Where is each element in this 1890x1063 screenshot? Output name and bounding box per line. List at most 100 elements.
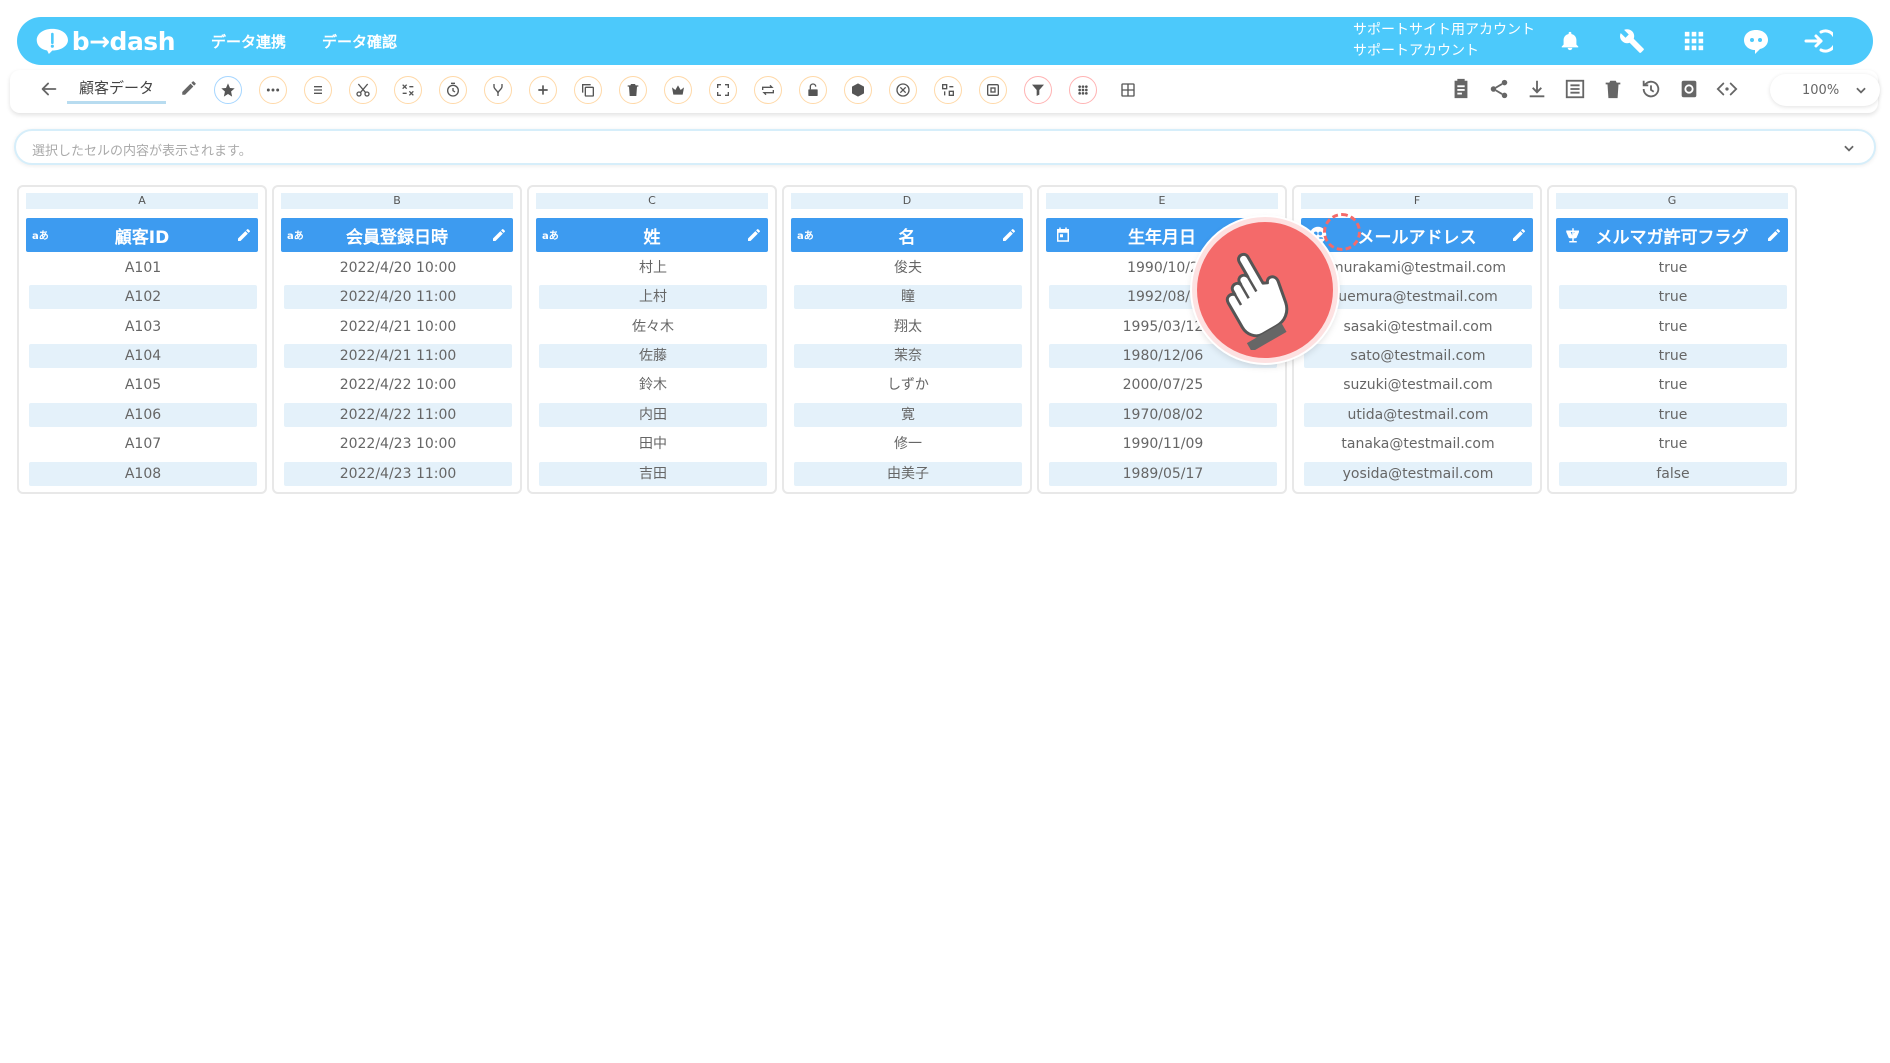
grid-dots-icon[interactable] <box>1069 76 1097 104</box>
list-view-icon[interactable] <box>1563 77 1587 101</box>
table-cell[interactable]: 由美子 <box>794 462 1022 486</box>
table-cell[interactable]: 佐々木 <box>539 315 767 339</box>
table-cell[interactable]: true <box>1559 403 1787 427</box>
table-cell[interactable]: 鈴木 <box>539 373 767 397</box>
package-icon[interactable] <box>844 76 872 104</box>
expand-icon[interactable] <box>709 76 737 104</box>
download-icon[interactable] <box>1525 77 1549 101</box>
table-cell[interactable]: 1989/05/17 <box>1049 462 1277 486</box>
table-cell[interactable]: sato@testmail.com <box>1304 344 1532 368</box>
column-letter[interactable]: F <box>1301 193 1533 209</box>
column-letter[interactable]: A <box>26 193 258 209</box>
refresh-icon[interactable] <box>1677 77 1701 101</box>
table-cell[interactable]: 2022/4/21 11:00 <box>284 344 512 368</box>
table-cell[interactable]: true <box>1559 315 1787 339</box>
table-cell[interactable]: A102 <box>29 285 257 309</box>
table-cell[interactable]: 村上 <box>539 256 767 280</box>
table-cell[interactable]: A104 <box>29 344 257 368</box>
table-cell[interactable]: A103 <box>29 315 257 339</box>
share-icon[interactable] <box>1487 77 1511 101</box>
table-cell[interactable]: true <box>1559 373 1787 397</box>
table-icon[interactable] <box>1114 76 1142 104</box>
table-cell[interactable]: yosida@testmail.com <box>1304 462 1532 486</box>
table-cell[interactable]: 瞳 <box>794 285 1022 309</box>
nav-data-integration[interactable]: データ連携 <box>211 31 286 52</box>
frame-icon[interactable] <box>979 76 1007 104</box>
add-icon[interactable] <box>529 76 557 104</box>
cut-icon[interactable] <box>349 76 377 104</box>
account-info[interactable]: サポートサイト用アカウント サポートアカウント <box>1353 20 1535 62</box>
table-cell[interactable]: 1990/11/09 <box>1049 432 1277 456</box>
table-cell[interactable]: true <box>1559 432 1787 456</box>
zoom-select[interactable]: 100% <box>1770 74 1880 106</box>
column-header[interactable]: aあ 姓 <box>536 218 768 252</box>
table-cell[interactable]: A101 <box>29 256 257 280</box>
table-cell[interactable]: 2022/4/20 10:00 <box>284 256 512 280</box>
more-icon[interactable] <box>259 76 287 104</box>
table-cell[interactable]: A105 <box>29 373 257 397</box>
assistant-icon[interactable] <box>1739 24 1773 58</box>
trash-icon[interactable] <box>1601 77 1625 101</box>
table-cell[interactable]: 1970/08/02 <box>1049 403 1277 427</box>
column-letter[interactable]: E <box>1046 193 1278 209</box>
apps-grid-icon[interactable] <box>1677 24 1711 58</box>
logout-icon[interactable] <box>1801 24 1835 58</box>
column-header[interactable]: aあ 会員登録日時 <box>281 218 513 252</box>
column-letter[interactable]: C <box>536 193 768 209</box>
table-cell[interactable]: true <box>1559 285 1787 309</box>
copy-icon[interactable] <box>574 76 602 104</box>
remove-duplicates-icon[interactable] <box>394 76 422 104</box>
table-cell[interactable]: 2022/4/23 11:00 <box>284 462 512 486</box>
bell-icon[interactable] <box>1553 24 1587 58</box>
table-cell[interactable]: 2022/4/23 10:00 <box>284 432 512 456</box>
edit-column-pencil-icon[interactable] <box>491 227 507 243</box>
table-cell[interactable]: tanaka@testmail.com <box>1304 432 1532 456</box>
column-letter[interactable]: G <box>1556 193 1788 209</box>
edit-column-pencil-icon[interactable] <box>1001 227 1017 243</box>
column-letter[interactable]: D <box>791 193 1023 209</box>
unlock-icon[interactable] <box>799 76 827 104</box>
timer-icon[interactable] <box>439 76 467 104</box>
edit-column-pencil-icon[interactable] <box>746 227 762 243</box>
table-cell[interactable]: murakami@testmail.com <box>1304 256 1532 280</box>
edit-column-pencil-icon[interactable] <box>1766 227 1782 243</box>
delete-icon[interactable] <box>619 76 647 104</box>
table-cell[interactable]: utida@testmail.com <box>1304 403 1532 427</box>
column-header[interactable]: aあ 顧客ID <box>26 218 258 252</box>
table-cell[interactable]: false <box>1559 462 1787 486</box>
table-cell[interactable]: 2022/4/20 11:00 <box>284 285 512 309</box>
crown-icon[interactable] <box>664 76 692 104</box>
history-icon[interactable] <box>1639 77 1663 101</box>
table-cell[interactable]: 修一 <box>794 432 1022 456</box>
table-cell[interactable]: 俊夫 <box>794 256 1022 280</box>
merge-icon[interactable] <box>484 76 512 104</box>
table-cell[interactable]: 田中 <box>539 432 767 456</box>
table-cell[interactable]: 上村 <box>539 285 767 309</box>
table-cell[interactable]: 翔太 <box>794 315 1022 339</box>
table-cell[interactable]: 2022/4/22 11:00 <box>284 403 512 427</box>
table-cell[interactable]: A108 <box>29 462 257 486</box>
table-cell[interactable]: true <box>1559 344 1787 368</box>
table-cell[interactable]: 佐藤 <box>539 344 767 368</box>
brand-logo[interactable]: b→dash <box>35 25 176 57</box>
table-cell[interactable]: A106 <box>29 403 257 427</box>
swap-icon[interactable] <box>754 76 782 104</box>
list-icon[interactable] <box>304 76 332 104</box>
table-cell[interactable]: uemura@testmail.com <box>1304 285 1532 309</box>
column-header[interactable]: メルマガ許可フラグ <box>1556 218 1788 252</box>
expand-chevron-icon[interactable] <box>1842 141 1856 155</box>
edit-title-pencil-icon[interactable] <box>180 79 198 97</box>
column-letter[interactable]: B <box>281 193 513 209</box>
table-cell[interactable]: 2022/4/22 10:00 <box>284 373 512 397</box>
column-header[interactable]: aあ 名 <box>791 218 1023 252</box>
clipboard-icon[interactable] <box>1449 77 1473 101</box>
star-icon[interactable] <box>214 76 242 104</box>
cell-content-bar[interactable]: 選択したセルの内容が表示されます。 <box>14 129 1876 165</box>
table-cell[interactable]: 茉奈 <box>794 344 1022 368</box>
wrench-icon[interactable] <box>1615 24 1649 58</box>
table-cell[interactable]: suzuki@testmail.com <box>1304 373 1532 397</box>
table-cell[interactable]: A107 <box>29 432 257 456</box>
table-cell[interactable]: true <box>1559 256 1787 280</box>
sheet-title[interactable]: 顧客データ <box>67 77 167 104</box>
transform-icon[interactable] <box>934 76 962 104</box>
